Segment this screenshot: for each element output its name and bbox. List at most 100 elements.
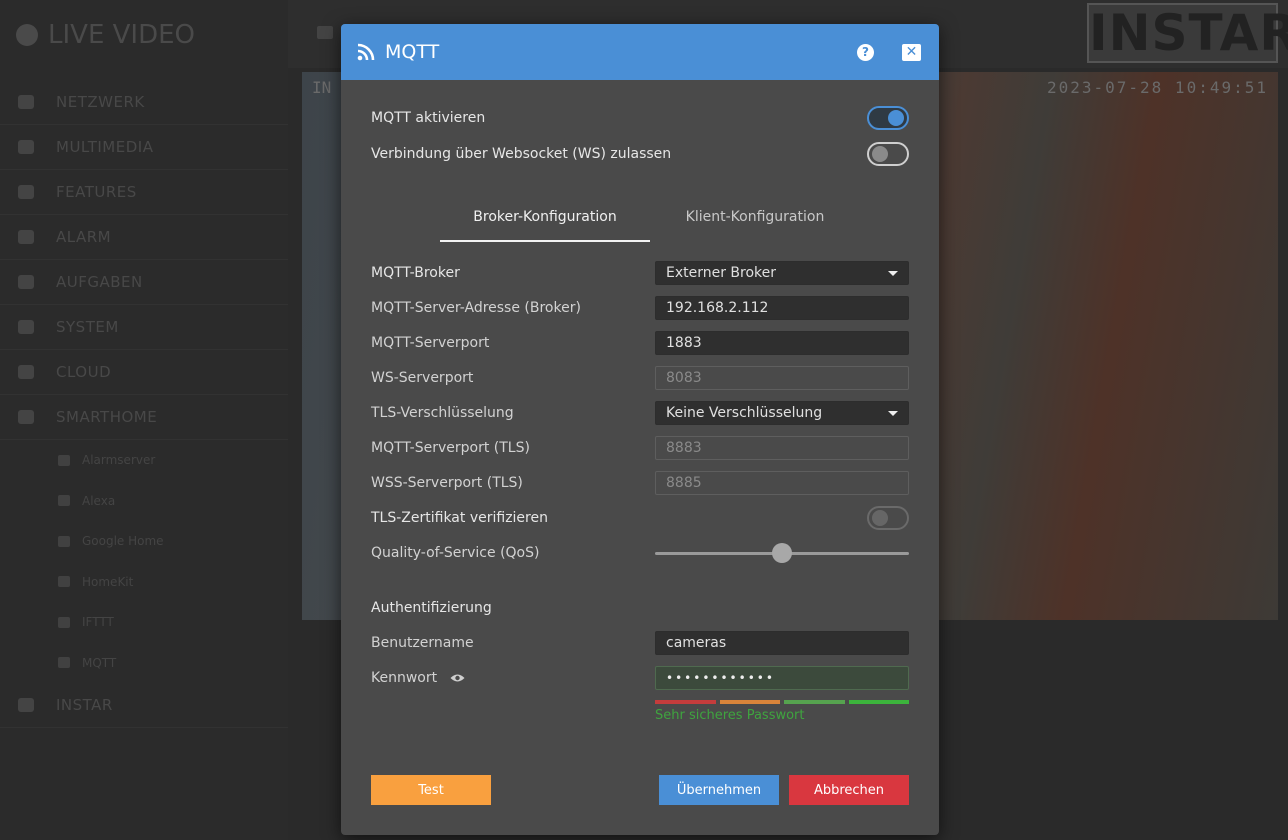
google-icon	[58, 535, 70, 547]
strength-segment	[848, 700, 909, 704]
gear-icon	[18, 185, 34, 199]
sidebar-subitem-mqtt[interactable]: MQTT	[0, 643, 288, 684]
caret-down-icon	[888, 270, 898, 276]
home-icon	[58, 576, 70, 588]
sidebar-item-system[interactable]: SYSTEM	[0, 305, 288, 350]
cog-icon	[18, 320, 34, 334]
broker-row: MQTT-Broker Externer Broker	[371, 261, 909, 285]
camera-icon[interactable]	[317, 26, 333, 39]
logo: INSTAR	[1087, 3, 1288, 63]
ws-port-row: WS-Serverport 8083	[371, 366, 909, 390]
strength-segment	[655, 700, 716, 704]
toggle-knob	[872, 146, 888, 162]
wss-port-input[interactable]: 8885	[655, 471, 909, 495]
app-title-text: LIVE VIDEO	[48, 20, 195, 50]
password-label: Kennwort	[371, 670, 438, 686]
calendar-icon	[18, 275, 34, 289]
sidebar-subitem-ifttt[interactable]: IFTTT	[0, 602, 288, 643]
caret-down-icon	[888, 410, 898, 416]
apply-button[interactable]: Übernehmen	[659, 775, 779, 805]
config-tabs: Broker-Konfiguration Klient-Konfiguratio…	[440, 202, 860, 242]
username-input[interactable]: cameras	[655, 631, 909, 655]
bell-icon	[18, 230, 34, 244]
ws-enable-toggle[interactable]	[867, 142, 909, 166]
broker-select[interactable]: Externer Broker	[655, 261, 909, 285]
tab-client-config[interactable]: Klient-Konfiguration	[650, 202, 860, 242]
grid-icon	[58, 616, 70, 628]
close-icon[interactable]: ✕	[902, 43, 921, 61]
username-label: Benutzername	[371, 635, 474, 651]
broker-value: Externer Broker	[666, 265, 777, 281]
ws-enable-label: Verbindung über Websocket (WS) zulassen	[371, 146, 672, 162]
password-row: Kennwort ••••••••••••	[371, 666, 909, 690]
tls-value: Keine Verschlüsselung	[666, 405, 823, 421]
toggle-knob	[872, 510, 888, 526]
chat-icon	[58, 495, 70, 507]
server-port-input[interactable]: 1883	[655, 331, 909, 355]
test-button[interactable]: Test	[371, 775, 491, 805]
sidebar-subitem-alexa[interactable]: Alexa	[0, 481, 288, 522]
slider-thumb[interactable]	[772, 543, 792, 563]
mqtt-enable-toggle[interactable]	[867, 106, 909, 130]
dialog-title: MQTT	[385, 41, 440, 63]
rss-icon	[58, 657, 70, 669]
sidebar-item-netzwerk[interactable]: NETZWERK	[0, 80, 288, 125]
sidebar-subitem-homekit[interactable]: HomeKit	[0, 562, 288, 603]
server-icon	[58, 454, 70, 466]
app-title: LIVE VIDEO	[16, 20, 195, 50]
auth-section-row: Authentifizierung	[371, 596, 909, 620]
dialog-header: MQTT ? ✕	[341, 24, 939, 80]
play-icon	[16, 24, 38, 46]
wss-port-label: WSS-Serverport (TLS)	[371, 475, 523, 491]
image-icon	[18, 140, 34, 154]
smarthome-icon	[18, 410, 34, 424]
ws-port-label: WS-Serverport	[371, 370, 474, 386]
ws-port-input[interactable]: 8083	[655, 366, 909, 390]
broker-label: MQTT-Broker	[371, 265, 460, 281]
tls-select[interactable]: Keine Verschlüsselung	[655, 401, 909, 425]
qos-label: Quality-of-Service (QoS)	[371, 545, 540, 561]
password-strength-bar	[655, 700, 909, 704]
sidebar-nav: NETZWERK MULTIMEDIA FEATURES ALARM AUFGA…	[0, 80, 288, 728]
sidebar-item-instar[interactable]: INSTAR	[0, 683, 288, 728]
mqtt-dialog: MQTT ? ✕ MQTT aktivieren Verbindung über…	[341, 24, 939, 835]
password-input[interactable]: ••••••••••••	[655, 666, 909, 690]
qos-slider[interactable]	[655, 541, 909, 565]
toggle-knob	[888, 110, 904, 126]
verify-cert-toggle[interactable]	[867, 506, 909, 530]
sidebar-item-features[interactable]: FEATURES	[0, 170, 288, 215]
sidebar-subitem-google-home[interactable]: Google Home	[0, 521, 288, 562]
help-icon[interactable]: ?	[857, 43, 874, 61]
instar-icon	[18, 698, 34, 712]
port-label: MQTT-Serverport	[371, 335, 490, 351]
username-row: Benutzername cameras	[371, 631, 909, 655]
video-timestamp: 2023-07-28 10:49:51	[1046, 78, 1268, 97]
qos-row: Quality-of-Service (QoS)	[371, 541, 909, 565]
cloud-icon	[18, 365, 34, 379]
mqtt-enable-label: MQTT aktivieren	[371, 110, 486, 126]
network-icon	[18, 95, 34, 109]
strength-segment	[784, 700, 845, 704]
password-strength-text: Sehr sicheres Passwort	[655, 708, 805, 723]
server-address-input[interactable]: 192.168.2.112	[655, 296, 909, 320]
port-tls-row: MQTT-Serverport (TLS) 8883	[371, 436, 909, 460]
password-label-wrap: Kennwort	[371, 670, 465, 686]
auth-section-title: Authentifizierung	[371, 600, 492, 616]
cancel-button[interactable]: Abbrechen	[789, 775, 909, 805]
tab-broker-config[interactable]: Broker-Konfiguration	[440, 202, 650, 242]
sidebar-item-alarm[interactable]: ALARM	[0, 215, 288, 260]
sidebar-item-smarthome[interactable]: SMARTHOME	[0, 395, 288, 440]
verify-label: TLS-Zertifikat verifizieren	[371, 510, 548, 526]
sidebar-item-aufgaben[interactable]: AUFGABEN	[0, 260, 288, 305]
sidebar-item-cloud[interactable]: CLOUD	[0, 350, 288, 395]
mqtt-enable-row: MQTT aktivieren	[371, 106, 909, 130]
video-overlay-text: IN	[312, 78, 332, 97]
port-tls-label: MQTT-Serverport (TLS)	[371, 440, 530, 456]
sidebar-item-multimedia[interactable]: MULTIMEDIA	[0, 125, 288, 170]
tls-label: TLS-Verschlüsselung	[371, 405, 514, 421]
rss-icon	[357, 43, 375, 61]
eye-icon[interactable]	[450, 673, 465, 683]
port-tls-input[interactable]: 8883	[655, 436, 909, 460]
sidebar-subitem-alarmserver[interactable]: Alarmserver	[0, 440, 288, 481]
sidebar: LIVE VIDEO NETZWERK MULTIMEDIA FEATURES …	[0, 0, 288, 840]
